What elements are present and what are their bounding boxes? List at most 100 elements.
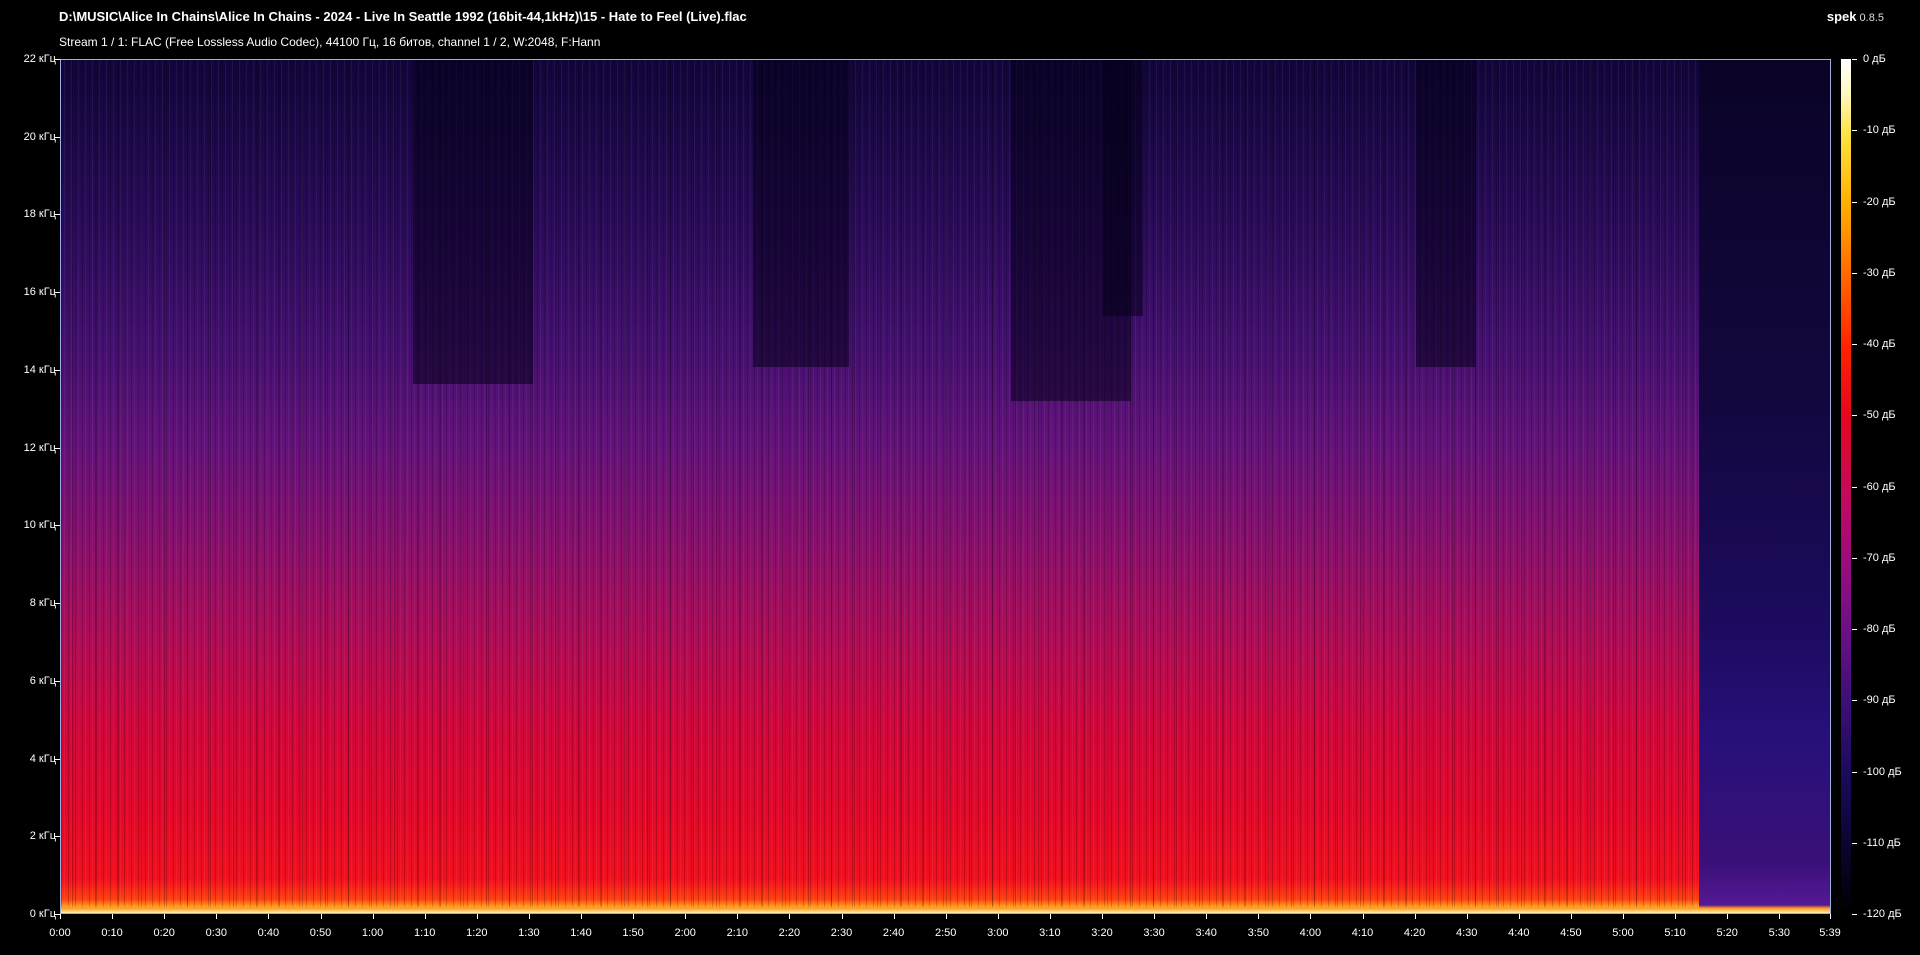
time-tick-label: 0:40 [257,927,280,939]
time-tick-label: 3:00 [987,927,1009,939]
freq-tick-label: 0 кГц [29,908,56,920]
time-tick [1675,914,1677,919]
db-tick [1852,914,1857,915]
time-tick [1049,914,1051,919]
db-tick-label: -70 дБ [1863,551,1896,564]
time-tick [60,914,61,919]
time-tick [685,914,687,919]
quiet-band [413,60,533,385]
time-tick [320,914,322,919]
db-tick-label: -60 дБ [1863,480,1896,493]
time-tick [528,914,530,919]
time-tick-label: 2:50 [934,927,957,939]
time-tick [1623,914,1624,919]
db-tick [1852,272,1857,274]
freq-tick-label: 2 кГц [29,830,56,843]
freq-tick [55,680,60,682]
time-tick [164,914,166,919]
stream-info: Stream 1 / 1: FLAC (Free Lossless Audio … [59,35,601,49]
db-tick [1852,700,1857,702]
app-version: 0.8.5 [1859,12,1884,24]
spectrogram-texture [61,60,1830,913]
time-tick-label: 4:30 [1455,927,1478,939]
time-tick [841,914,843,919]
db-tick-label: -110 дБ [1863,836,1901,849]
time-tick-label: 4:40 [1508,927,1530,939]
db-colorbar [1841,59,1851,914]
time-tick-label: 2:00 [674,927,696,939]
app-brand: spek 0.8.5 [1827,9,1884,24]
time-tick-label: 2:10 [726,927,749,939]
time-tick-label: 2:30 [830,927,853,939]
db-tick-label: -50 дБ [1863,409,1896,422]
time-tick-label: 5:20 [1716,927,1738,939]
time-tick-label: 4:10 [1351,927,1374,939]
time-tick-label: 1:50 [622,927,644,939]
time-tick [789,914,791,919]
time-tick [1518,914,1520,919]
db-tick-label: -20 дБ [1863,195,1896,208]
time-tick-label: 5:30 [1768,927,1791,939]
spectrogram [60,59,1831,914]
time-tick-label: 0:20 [153,927,175,939]
time-tick-label: 1:20 [466,927,488,939]
time-tick-label: 3:40 [1195,927,1217,939]
time-tick [737,914,739,919]
time-tick [1466,914,1468,919]
time-tick-label: 3:10 [1039,927,1061,939]
time-tick-label: 3:30 [1143,927,1165,939]
time-tick-label: 0:00 [49,927,71,939]
db-tick [1852,486,1857,488]
time-tick [1414,914,1416,919]
db-tick [1852,415,1857,417]
time-tick-label: 1:30 [518,927,540,939]
time-tick-label: 2:40 [882,927,905,939]
freq-tick-label: 8 кГц [29,597,56,610]
freq-tick [55,59,60,60]
freq-tick-label: 12 кГц [23,441,56,454]
time-tick [268,914,270,919]
db-tick [1852,771,1857,773]
freq-tick [55,136,60,138]
time-tick-label: 0:10 [101,927,123,939]
freq-tick [55,525,60,527]
quiet-band [753,60,849,368]
freq-tick-label: 16 кГц [23,286,56,299]
freq-tick [55,758,60,760]
time-tick [945,914,947,919]
db-tick [1852,842,1857,844]
time-tick [216,914,218,919]
freq-tick [55,214,60,216]
freq-tick-label: 6 кГц [29,674,56,687]
time-tick-label: 2:20 [778,927,801,939]
freq-tick [55,836,60,838]
time-tick [1102,914,1103,919]
time-tick-label: 5:10 [1664,927,1686,939]
spectrogram-bass-line [61,905,1830,913]
db-tick-label: -30 дБ [1863,266,1896,279]
time-tick-label: 5:00 [1612,927,1634,939]
time-tick-label: 4:20 [1403,927,1426,939]
freq-tick-label: 10 кГц [23,519,56,532]
time-tick [1310,914,1312,919]
file-path-title: D:\MUSIC\Alice In Chains\Alice In Chains… [59,9,747,24]
db-tick-label: -40 дБ [1863,338,1896,350]
freq-tick-label: 20 кГц [23,130,56,143]
time-tick-label: 3:50 [1247,927,1270,939]
db-tick [1852,344,1857,345]
db-tick [1852,59,1857,60]
freq-tick-label: 14 кГц [23,363,56,376]
db-tick [1852,557,1857,559]
time-tick-label: 5:39 [1819,927,1841,939]
time-tick-label: 0:50 [309,927,332,939]
app-name: spek [1826,9,1857,24]
time-tick-label: 4:00 [1299,927,1322,939]
time-tick [633,914,635,919]
time-tick [581,914,582,919]
time-tick [424,914,426,919]
time-tick [893,914,895,919]
spectrogram-fade-out [1699,60,1830,913]
time-tick-label: 1:10 [413,927,436,939]
freq-tick [55,292,60,294]
db-tick-label: -100 дБ [1863,765,1902,778]
